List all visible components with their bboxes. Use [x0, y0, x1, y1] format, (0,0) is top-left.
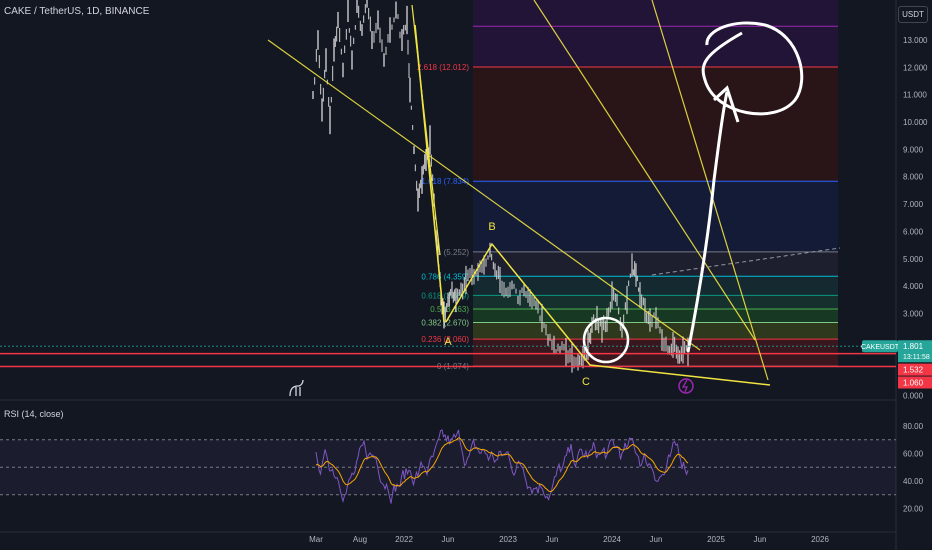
- time-tick-label: 2025: [707, 535, 725, 544]
- fib-zone: [473, 181, 838, 252]
- rsi-tick-label: 60.00: [903, 450, 924, 459]
- time-tick-label: Jun: [650, 535, 663, 544]
- chart-root: CAKE / TetherUS, 1D, BINANCE USDT RSI (1…: [0, 0, 932, 550]
- fib-zone: [473, 251, 838, 277]
- time-tick-label: 2023: [499, 535, 517, 544]
- wave-label: C: [582, 376, 590, 388]
- time-tick-label: Jun: [546, 535, 559, 544]
- price-tick-label: 8.000: [903, 173, 924, 182]
- time-tick-label: 2022: [395, 535, 413, 544]
- fib-retracement: 0 (1.074)0.236 (2.060)0.382 (2.670)0.5 (…: [417, 0, 838, 371]
- price-tick-label: 12.000: [903, 63, 928, 72]
- price-tick-label: 9.000: [903, 145, 924, 154]
- price-tag-value: 1.801: [903, 342, 924, 351]
- dino-icon: [289, 379, 304, 397]
- rsi-tick-label: 20.00: [903, 505, 924, 514]
- support-tag-value: 1.060: [903, 379, 924, 388]
- fib-zone: [473, 26, 838, 67]
- time-tick-label: Jun: [442, 535, 455, 544]
- price-tick-label: 10.000: [903, 118, 928, 127]
- time-tick-label: Mar: [309, 535, 323, 544]
- time-tick-label: Aug: [353, 535, 367, 544]
- lightning-icon: [681, 379, 688, 393]
- fib-zone: [473, 339, 838, 367]
- price-tick-label: 0.000: [903, 392, 924, 401]
- price-tick-label: 4.000: [903, 282, 924, 291]
- support-tag-value: 1.532: [903, 366, 924, 375]
- symbol-tag-label: CAKEUSDT: [861, 344, 900, 351]
- chart-canvas[interactable]: 0 (1.074)0.236 (2.060)0.382 (2.670)0.5 (…: [0, 0, 932, 550]
- price-tick-label: 7.000: [903, 200, 924, 209]
- rsi-tick-label: 80.00: [903, 422, 924, 431]
- time-tick-label: 2026: [811, 535, 829, 544]
- price-tick-label: 3.000: [903, 309, 924, 318]
- price-tick-label: 11.000: [903, 91, 927, 100]
- fib-level-label: 0.5 (3.163): [430, 305, 469, 314]
- countdown-label: 13:11:58: [903, 354, 930, 361]
- fib-level-label: 1 (5.252): [437, 248, 469, 257]
- fib-level-label: 2.618 (12.012): [417, 63, 469, 72]
- time-tick-label: Jun: [754, 535, 767, 544]
- fib-level-label: 0.786 (4.359): [421, 272, 469, 281]
- time-tick-label: 2024: [603, 535, 621, 544]
- rsi-pane: 80.00 60.00 40.00 20.00: [0, 422, 924, 514]
- fib-zone: [473, 66, 838, 182]
- price-tick-label: 5.000: [903, 255, 924, 264]
- wave-label: B: [488, 221, 495, 233]
- rsi-tick-label: 40.00: [903, 477, 924, 486]
- price-tick-label: 13.000: [903, 36, 928, 45]
- price-tick-label: 6.000: [903, 227, 924, 236]
